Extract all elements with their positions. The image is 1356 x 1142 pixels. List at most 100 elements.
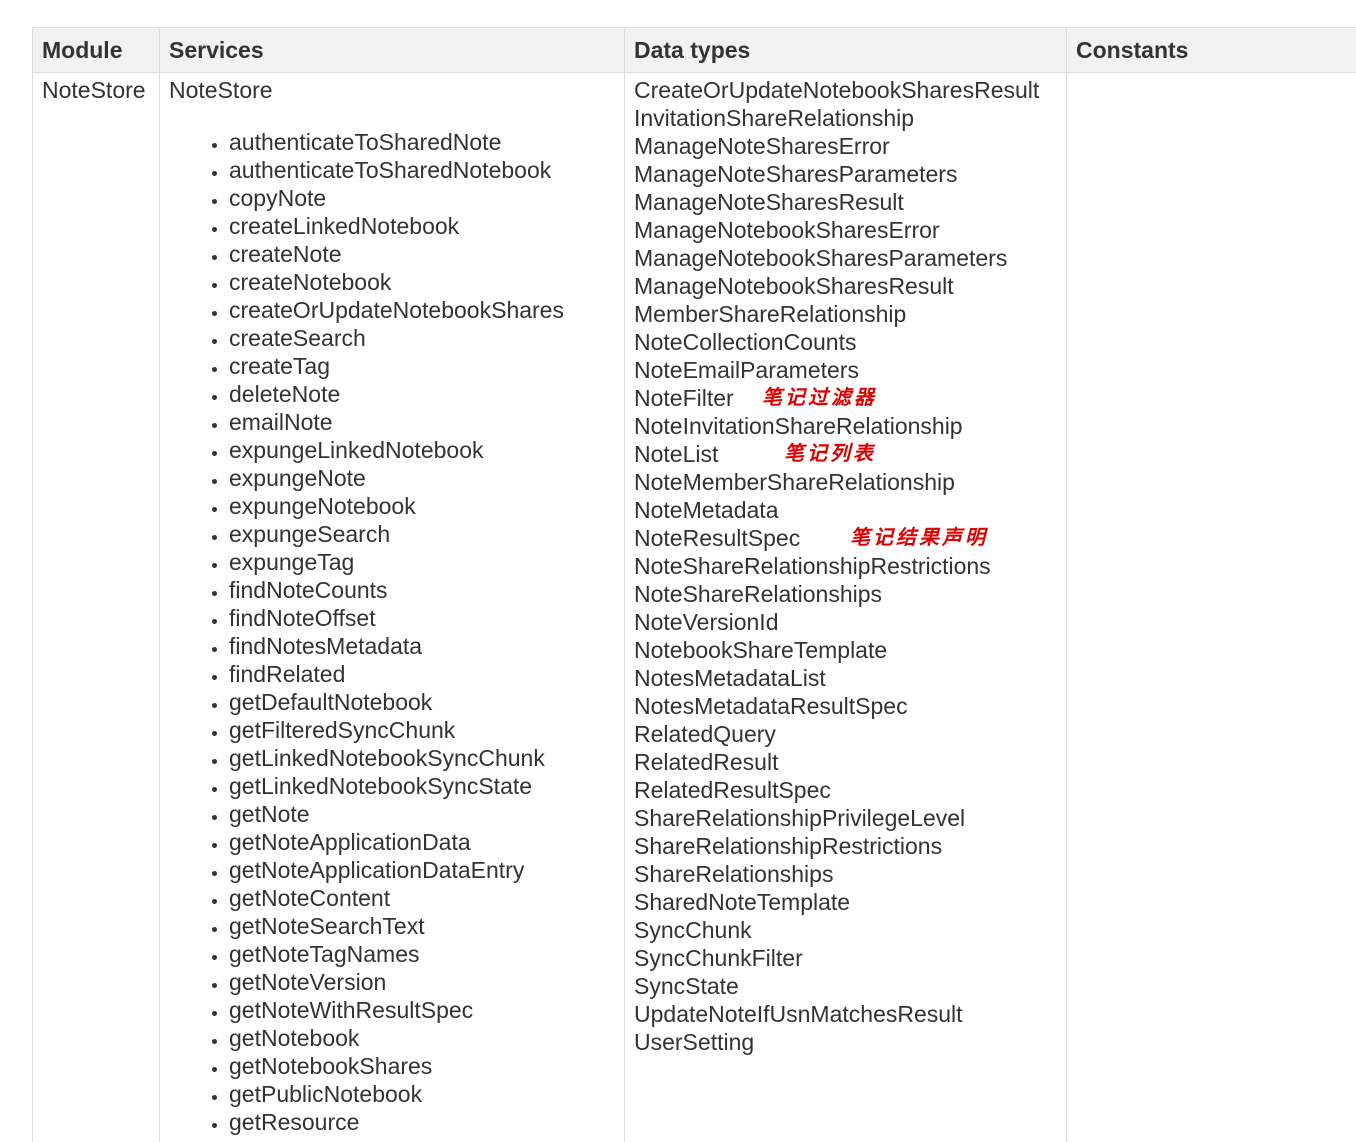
datatype-link-ManageNoteSharesParameters[interactable]: ManageNoteSharesParameters <box>634 161 957 187</box>
services-list: authenticateToSharedNoteauthenticateToSh… <box>169 128 615 1136</box>
datatype-link-ManageNoteSharesResult[interactable]: ManageNoteSharesResult <box>634 189 904 215</box>
datatype-item: SyncChunkFilter <box>634 944 1057 972</box>
datatype-link-NoteMemberShareRelationship[interactable]: NoteMemberShareRelationship <box>634 469 955 495</box>
datatype-link-NoteMetadata[interactable]: NoteMetadata <box>634 497 778 523</box>
chinese-annotation: 笔记列表 <box>784 439 876 467</box>
datatype-link-RelatedQuery[interactable]: RelatedQuery <box>634 721 776 747</box>
datatype-link-NotebookShareTemplate[interactable]: NotebookShareTemplate <box>634 637 887 663</box>
datatype-item: ManageNotebookSharesResult <box>634 272 1057 300</box>
service-link-findNotesMetadata[interactable]: findNotesMetadata <box>229 632 615 660</box>
datatype-item: NoteInvitationShareRelationship <box>634 412 1057 440</box>
datatype-item: NoteMemberShareRelationship <box>634 468 1057 496</box>
datatype-item: NoteShareRelationshipRestrictions <box>634 552 1057 580</box>
datatype-item: UserSetting <box>634 1028 1057 1056</box>
module-name-link[interactable]: NoteStore <box>42 77 146 103</box>
service-link-expungeNotebook[interactable]: expungeNotebook <box>229 492 615 520</box>
service-link-getFilteredSyncChunk[interactable]: getFilteredSyncChunk <box>229 716 615 744</box>
datatype-link-NoteEmailParameters[interactable]: NoteEmailParameters <box>634 357 859 383</box>
datatype-link-ManageNotebookSharesParameters[interactable]: ManageNotebookSharesParameters <box>634 245 1007 271</box>
datatype-link-ManageNoteSharesError[interactable]: ManageNoteSharesError <box>634 133 890 159</box>
service-link-authenticateToSharedNotebook[interactable]: authenticateToSharedNotebook <box>229 156 615 184</box>
datatype-link-RelatedResultSpec[interactable]: RelatedResultSpec <box>634 777 831 803</box>
service-link-getNotebookShares[interactable]: getNotebookShares <box>229 1052 615 1080</box>
service-link-getDefaultNotebook[interactable]: getDefaultNotebook <box>229 688 615 716</box>
service-link-expungeTag[interactable]: expungeTag <box>229 548 615 576</box>
service-link-getNoteApplicationData[interactable]: getNoteApplicationData <box>229 828 615 856</box>
datatype-link-NoteInvitationShareRelationship[interactable]: NoteInvitationShareRelationship <box>634 413 963 439</box>
service-link-getNotebook[interactable]: getNotebook <box>229 1024 615 1052</box>
service-link-getNoteApplicationDataEntry[interactable]: getNoteApplicationDataEntry <box>229 856 615 884</box>
service-link-deleteNote[interactable]: deleteNote <box>229 380 615 408</box>
datatype-item: RelatedQuery <box>634 720 1057 748</box>
chinese-annotation: 笔记结果声明 <box>850 523 988 551</box>
datatype-link-InvitationShareRelationship[interactable]: InvitationShareRelationship <box>634 105 914 131</box>
service-link-authenticateToSharedNote[interactable]: authenticateToSharedNote <box>229 128 615 156</box>
datatype-item: SharedNoteTemplate <box>634 888 1057 916</box>
service-link-expungeSearch[interactable]: expungeSearch <box>229 520 615 548</box>
datatype-link-RelatedResult[interactable]: RelatedResult <box>634 749 778 775</box>
service-link-copyNote[interactable]: copyNote <box>229 184 615 212</box>
service-link-getLinkedNotebookSyncState[interactable]: getLinkedNotebookSyncState <box>229 772 615 800</box>
service-link-emailNote[interactable]: emailNote <box>229 408 615 436</box>
datatype-item: NoteResultSpec 笔记结果声明 <box>634 524 1057 552</box>
service-link-createLinkedNotebook[interactable]: createLinkedNotebook <box>229 212 615 240</box>
service-link-findRelated[interactable]: findRelated <box>229 660 615 688</box>
datatype-item: MemberShareRelationship <box>634 300 1057 328</box>
service-link-getNoteSearchText[interactable]: getNoteSearchText <box>229 912 615 940</box>
datatype-link-SharedNoteTemplate[interactable]: SharedNoteTemplate <box>634 889 850 915</box>
datatype-link-ManageNotebookSharesError[interactable]: ManageNotebookSharesError <box>634 217 940 243</box>
datatype-link-NoteList[interactable]: NoteList <box>634 441 718 467</box>
service-link-createTag[interactable]: createTag <box>229 352 615 380</box>
data-types-cell: CreateOrUpdateNotebookSharesResultInvita… <box>625 73 1067 1142</box>
datatype-link-ShareRelationshipRestrictions[interactable]: ShareRelationshipRestrictions <box>634 833 942 859</box>
datatype-link-ShareRelationshipPrivilegeLevel[interactable]: ShareRelationshipPrivilegeLevel <box>634 805 965 831</box>
service-link-getNoteContent[interactable]: getNoteContent <box>229 884 615 912</box>
datatype-item: NotesMetadataResultSpec <box>634 692 1057 720</box>
datatype-link-UpdateNoteIfUsnMatchesResult[interactable]: UpdateNoteIfUsnMatchesResult <box>634 1001 963 1027</box>
service-link-getPublicNotebook[interactable]: getPublicNotebook <box>229 1080 615 1108</box>
service-link-createNotebook[interactable]: createNotebook <box>229 268 615 296</box>
service-link-findNoteOffset[interactable]: findNoteOffset <box>229 604 615 632</box>
datatype-link-ManageNotebookSharesResult[interactable]: ManageNotebookSharesResult <box>634 273 954 299</box>
service-link-findNoteCounts[interactable]: findNoteCounts <box>229 576 615 604</box>
datatype-link-NoteResultSpec[interactable]: NoteResultSpec <box>634 525 800 551</box>
datatype-link-NoteShareRelationships[interactable]: NoteShareRelationships <box>634 581 882 607</box>
service-link-createOrUpdateNotebookShares[interactable]: createOrUpdateNotebookShares <box>229 296 615 324</box>
datatype-link-NotesMetadataResultSpec[interactable]: NotesMetadataResultSpec <box>634 693 908 719</box>
datatype-item: RelatedResultSpec <box>634 776 1057 804</box>
service-link-getNoteTagNames[interactable]: getNoteTagNames <box>229 940 615 968</box>
datatype-item: NoteList 笔记列表 <box>634 440 1057 468</box>
datatype-link-SyncState[interactable]: SyncState <box>634 973 739 999</box>
datatype-link-SyncChunkFilter[interactable]: SyncChunkFilter <box>634 945 803 971</box>
datatype-item: ShareRelationshipPrivilegeLevel <box>634 804 1057 832</box>
datatype-link-SyncChunk[interactable]: SyncChunk <box>634 917 752 943</box>
datatype-link-NoteShareRelationshipRestrictions[interactable]: NoteShareRelationshipRestrictions <box>634 553 991 579</box>
datatype-item: NoteEmailParameters <box>634 356 1057 384</box>
datatype-link-CreateOrUpdateNotebookSharesResult[interactable]: CreateOrUpdateNotebookSharesResult <box>634 77 1039 103</box>
datatype-item: SyncState <box>634 972 1057 1000</box>
service-link-expungeNote[interactable]: expungeNote <box>229 464 615 492</box>
datatype-link-NoteFilter[interactable]: NoteFilter <box>634 385 734 411</box>
datatype-link-NoteCollectionCounts[interactable]: NoteCollectionCounts <box>634 329 856 355</box>
datatype-item: NotebookShareTemplate <box>634 636 1057 664</box>
datatype-link-MemberShareRelationship[interactable]: MemberShareRelationship <box>634 301 906 327</box>
datatype-link-NotesMetadataList[interactable]: NotesMetadataList <box>634 665 826 691</box>
datatype-link-ShareRelationships[interactable]: ShareRelationships <box>634 861 833 887</box>
datatype-link-UserSetting[interactable]: UserSetting <box>634 1029 754 1055</box>
service-link-getNoteWithResultSpec[interactable]: getNoteWithResultSpec <box>229 996 615 1024</box>
table-row: NoteStore NoteStore authenticateToShared… <box>33 73 1356 1142</box>
service-link-getLinkedNotebookSyncChunk[interactable]: getLinkedNotebookSyncChunk <box>229 744 615 772</box>
service-link-expungeLinkedNotebook[interactable]: expungeLinkedNotebook <box>229 436 615 464</box>
datatype-link-NoteVersionId[interactable]: NoteVersionId <box>634 609 778 635</box>
datatype-item: ManageNotebookSharesError <box>634 216 1057 244</box>
service-link-getNote[interactable]: getNote <box>229 800 615 828</box>
service-link-createNote[interactable]: createNote <box>229 240 615 268</box>
service-link-getNoteVersion[interactable]: getNoteVersion <box>229 968 615 996</box>
service-name-link[interactable]: NoteStore <box>169 76 615 104</box>
service-link-createSearch[interactable]: createSearch <box>229 324 615 352</box>
datatype-item: ShareRelationshipRestrictions <box>634 832 1057 860</box>
service-link-getResource[interactable]: getResource <box>229 1108 615 1136</box>
datatype-item: SyncChunk <box>634 916 1057 944</box>
datatype-item: NoteFilter笔记过滤器 <box>634 384 1057 412</box>
data-types-list: CreateOrUpdateNotebookSharesResultInvita… <box>634 76 1057 1056</box>
